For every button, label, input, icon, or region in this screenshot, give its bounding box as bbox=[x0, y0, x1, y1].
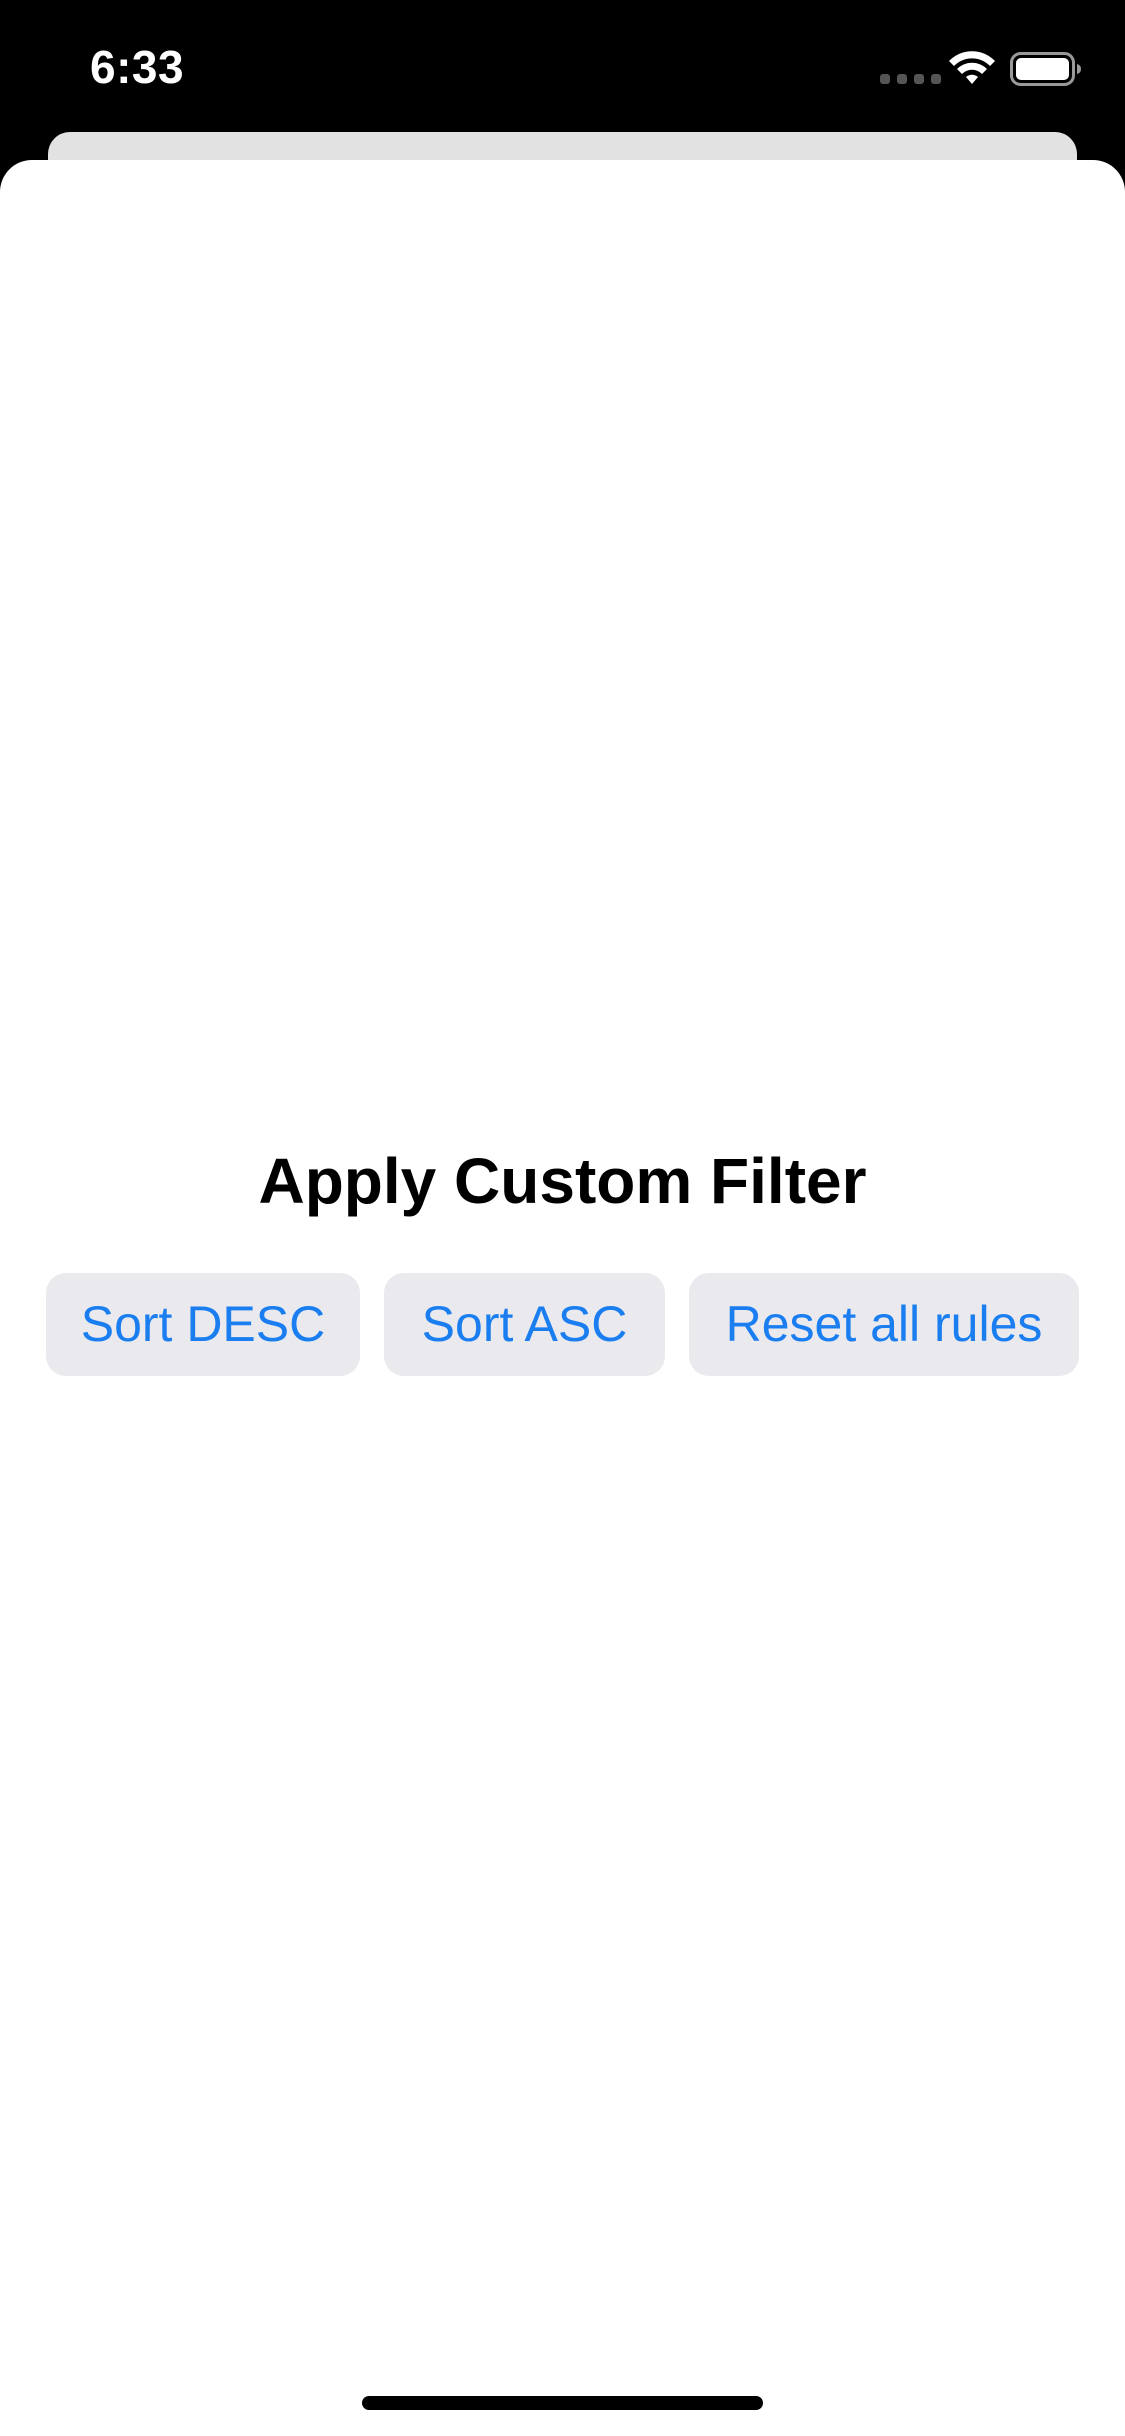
home-indicator[interactable] bbox=[362, 2396, 763, 2410]
sort-asc-button[interactable]: Sort ASC bbox=[384, 1273, 665, 1376]
reset-all-rules-button[interactable]: Reset all rules bbox=[689, 1273, 1079, 1376]
page-title: Apply Custom Filter bbox=[258, 1145, 867, 1217]
battery-icon bbox=[1010, 52, 1081, 86]
cellular-signal-icon bbox=[880, 74, 941, 84]
status-time: 6:33 bbox=[90, 41, 185, 93]
sort-desc-button[interactable]: Sort DESC bbox=[46, 1273, 360, 1376]
status-bar: 6:33 bbox=[0, 0, 1125, 132]
wifi-icon bbox=[949, 51, 995, 84]
